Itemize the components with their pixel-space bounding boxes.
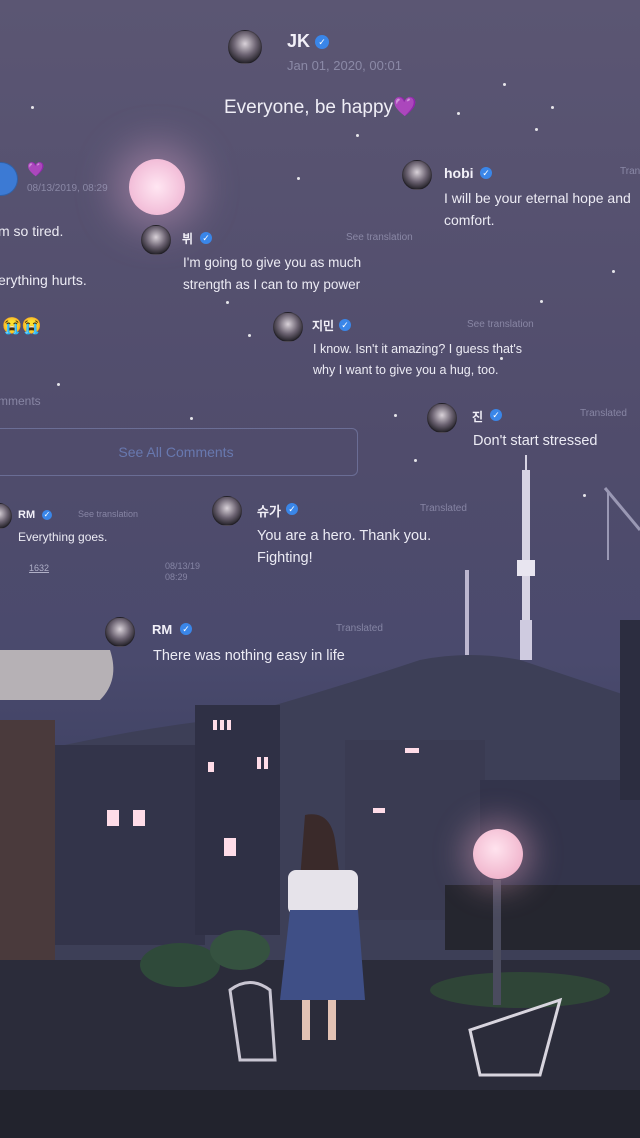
- scene: JK ✓ Jan 01, 2020, 00:01 Everyone, be ha…: [0, 0, 640, 1138]
- skyline-illustration: [0, 455, 640, 1138]
- lamp-globe: [473, 829, 523, 879]
